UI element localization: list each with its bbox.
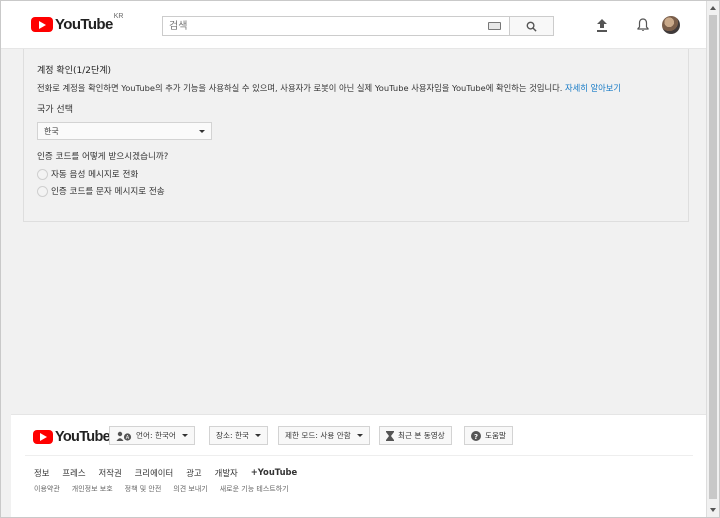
footer-link-privacy[interactable]: 개인정보 보호	[72, 484, 113, 494]
help-icon: ?	[471, 430, 481, 441]
scroll-down-arrow-icon[interactable]	[710, 508, 716, 512]
footer-link-press[interactable]: 프레스	[62, 467, 85, 479]
youtube-logo[interactable]: YouTube KR	[31, 13, 124, 33]
language-icon: A	[116, 431, 132, 441]
footer-link-test-features[interactable]: 새로운 기능 테스트하기	[220, 484, 289, 494]
description-text: 전화로 계정을 확인하면 YouTube의 추가 기능을 사용하실 수 있으며,…	[37, 83, 563, 93]
card-description: 전화로 계정을 확인하면 YouTube의 추가 기능을 사용하실 수 있으며,…	[37, 82, 621, 94]
hourglass-icon	[386, 430, 394, 441]
footer-divider	[25, 455, 693, 456]
search-input[interactable]	[163, 17, 509, 35]
country-label: 국가 선택	[37, 105, 73, 115]
svg-text:A: A	[126, 435, 130, 441]
footer: YouTube A 언어: 한국어 장소: 한국 제한 모드: 사용 안함 최근…	[11, 414, 707, 517]
help-button[interactable]: ? 도움말	[464, 426, 513, 445]
search-bar	[162, 16, 554, 36]
restricted-mode-button[interactable]: 제한 모드: 사용 안함	[278, 426, 370, 445]
logo-text: YouTube	[55, 16, 113, 33]
footer-link-advertise[interactable]: 광고	[186, 467, 201, 479]
footer-link-feedback[interactable]: 의견 보내기	[173, 484, 207, 494]
svg-text:?: ?	[474, 433, 478, 441]
option-sms[interactable]: 인증 코드를 문자 메시지로 전송	[37, 185, 165, 197]
footer-link-policy-safety[interactable]: 정책 및 안전	[125, 484, 162, 494]
card-title: 계정 확인(1/2단계)	[37, 66, 112, 76]
footer-link-developers[interactable]: 개발자	[215, 467, 238, 479]
footer-link-terms[interactable]: 이용약관	[34, 484, 60, 494]
youtube-play-icon	[33, 430, 53, 444]
upload-icon[interactable]	[594, 17, 610, 33]
verification-card: 계정 확인(1/2단계) 전화로 계정을 확인하면 YouTube의 추가 기능…	[23, 49, 689, 222]
radio-sms[interactable]	[37, 185, 48, 197]
chevron-down-icon	[356, 434, 363, 437]
language-button[interactable]: A 언어: 한국어	[109, 426, 195, 445]
chevron-down-icon	[199, 130, 205, 133]
masthead: YouTube KR	[1, 1, 707, 49]
youtube-play-icon	[31, 17, 53, 32]
country-select-value: 한국	[44, 127, 59, 136]
option-voice-call-label: 자동 음성 메시지로 전화	[51, 170, 139, 180]
keyboard-icon[interactable]	[488, 22, 501, 30]
search-icon	[526, 21, 537, 32]
history-label: 최근 본 동영상	[398, 431, 445, 440]
browser-page: YouTube KR 검색 계정 확인(1/2단계) 전화로 계정을 확인하면 …	[0, 0, 720, 518]
chevron-down-icon	[181, 434, 188, 437]
footer-youtube-logo[interactable]: YouTube	[33, 429, 111, 445]
country-select[interactable]: 한국	[37, 122, 212, 140]
chevron-down-icon	[254, 434, 261, 437]
location-button[interactable]: 장소: 한국	[209, 426, 268, 445]
history-button[interactable]: 최근 본 동영상	[379, 426, 452, 445]
country-code: KR	[113, 13, 124, 20]
option-sms-label: 인증 코드를 문자 메시지로 전송	[51, 187, 165, 197]
footer-links: 정보 프레스 저작권 크리에이터 광고 개발자 +YouTube	[34, 467, 297, 479]
option-voice-call[interactable]: 자동 음성 메시지로 전화	[37, 168, 138, 180]
footer-link-creators[interactable]: 크리에이터	[135, 467, 174, 479]
search-button[interactable]	[509, 17, 553, 35]
help-label: 도움말	[485, 431, 506, 440]
scrollbar-thumb[interactable]	[709, 15, 717, 499]
footer-logo-text: YouTube	[55, 429, 111, 445]
footer-sublinks: 이용약관 개인정보 보호 정책 및 안전 의견 보내기 새로운 기능 테스트하기	[34, 484, 289, 494]
location-label: 장소: 한국	[216, 431, 249, 440]
footer-link-about[interactable]: 정보	[34, 467, 49, 479]
footer-link-plus-youtube[interactable]: +YouTube	[251, 467, 297, 479]
notifications-bell-icon[interactable]	[635, 17, 651, 33]
restricted-mode-label: 제한 모드: 사용 안함	[285, 431, 351, 440]
learn-more-link[interactable]: 자세히 알아보기	[565, 83, 621, 93]
method-question: 인증 코드를 어떻게 받으시겠습니까?	[37, 152, 169, 162]
vertical-scrollbar[interactable]	[706, 1, 719, 517]
footer-link-copyright[interactable]: 저작권	[99, 467, 122, 479]
avatar[interactable]	[662, 16, 680, 34]
radio-voice-call[interactable]	[37, 168, 48, 180]
scroll-up-arrow-icon[interactable]	[710, 6, 716, 10]
language-label: 언어: 한국어	[136, 431, 176, 440]
